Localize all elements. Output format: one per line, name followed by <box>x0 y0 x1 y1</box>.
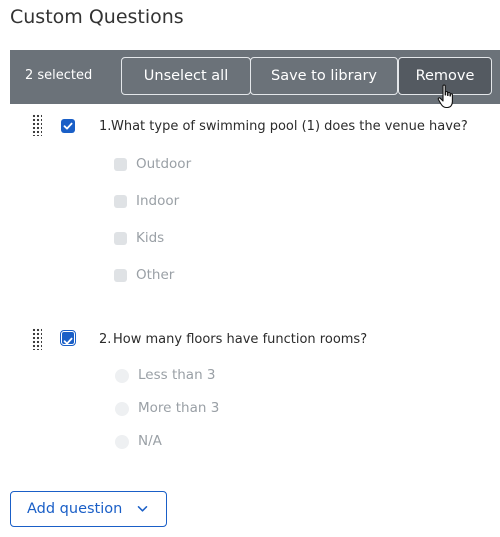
option-label: Indoor <box>136 193 180 209</box>
add-question-button[interactable]: Add question <box>10 491 167 527</box>
option-label: Other <box>136 267 175 283</box>
question-number: 2. <box>99 332 112 347</box>
page-title: Custom Questions <box>10 6 184 28</box>
option-radio <box>115 435 129 449</box>
question-select-checkbox[interactable] <box>60 330 76 346</box>
unselect-all-button[interactable]: Unselect all <box>121 57 251 95</box>
option-label: N/A <box>138 433 162 449</box>
checkmark-icon <box>63 337 73 345</box>
add-question-label: Add question <box>27 501 123 517</box>
selection-toolbar: 2 selected Unselect all Save to library … <box>10 50 500 104</box>
option-label: Kids <box>136 230 165 246</box>
question-select-checkbox[interactable] <box>61 119 75 133</box>
option-label: Outdoor <box>136 156 192 172</box>
option-radio <box>115 369 129 383</box>
option-label: More than 3 <box>138 400 220 416</box>
option-checkbox <box>114 195 127 208</box>
question-number: 1. <box>99 119 112 134</box>
drag-handle-icon[interactable] <box>32 328 42 350</box>
option-checkbox <box>114 232 127 245</box>
hand-pointer-icon <box>437 84 453 109</box>
save-to-library-button[interactable]: Save to library <box>250 57 398 95</box>
option-radio <box>115 402 129 416</box>
option-label: Less than 3 <box>138 367 216 383</box>
question-text: What type of swimming pool (1) does the … <box>111 119 468 134</box>
selected-count: 2 selected <box>25 68 93 83</box>
drag-handle-icon[interactable] <box>32 114 42 136</box>
checkbox-fill <box>62 332 74 345</box>
option-checkbox <box>114 269 127 282</box>
question-text: How many floors have function rooms? <box>113 332 368 347</box>
checkmark-icon <box>63 122 73 130</box>
chevron-down-icon <box>137 506 148 512</box>
option-checkbox <box>114 158 127 171</box>
